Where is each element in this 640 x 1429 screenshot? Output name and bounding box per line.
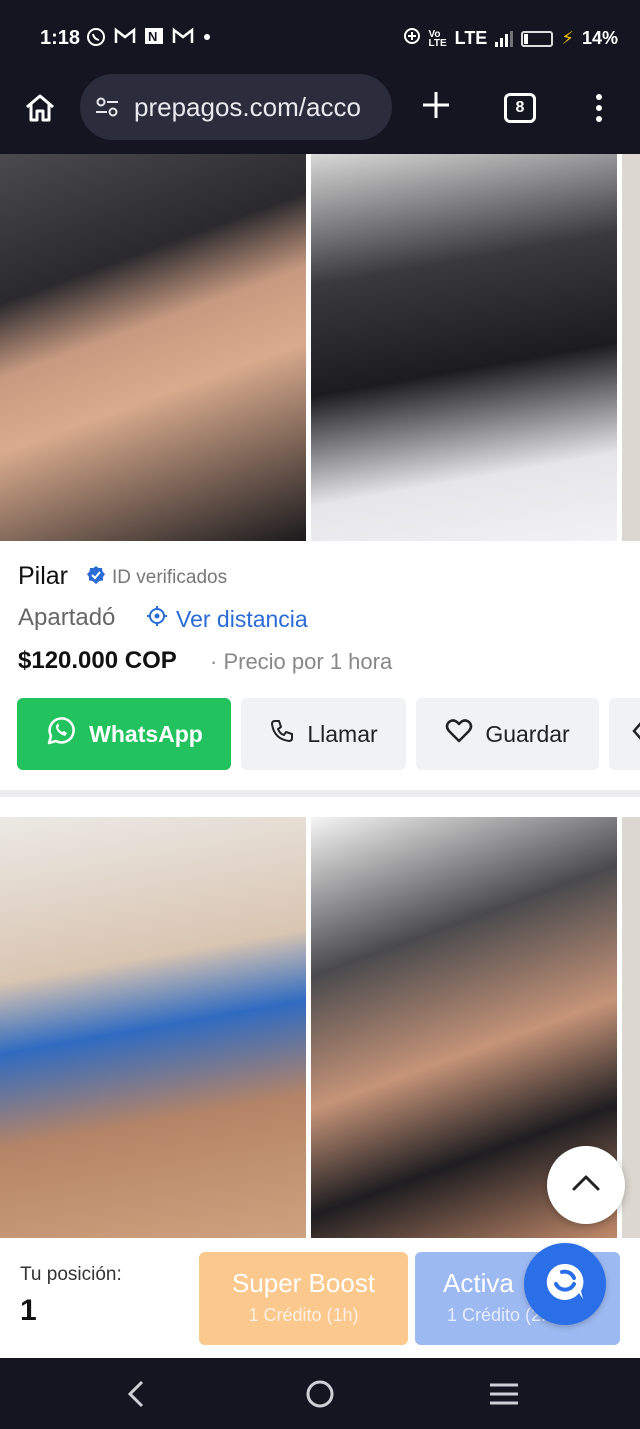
home-icon[interactable] [22, 90, 58, 126]
distance-link[interactable]: Ver distancia [146, 605, 308, 633]
listing-photo[interactable] [622, 154, 640, 541]
super-boost-title: Super Boost [231, 1268, 376, 1298]
scroll-to-top-button[interactable] [547, 1146, 625, 1224]
battery-icon [521, 30, 554, 47]
recents-icon[interactable] [486, 1378, 522, 1410]
share-icon [631, 719, 640, 749]
listing-photo[interactable] [311, 154, 617, 541]
home-nav-icon[interactable] [302, 1378, 338, 1410]
listing-photos[interactable] [0, 154, 640, 541]
status-bar: 1:18 N Vo LTE LTE ⚡ 14% [0, 0, 640, 74]
address-bar[interactable]: prepagos.com/acco [80, 74, 392, 140]
data-saver-icon [403, 27, 421, 50]
url-text[interactable]: prepagos.com/acco [134, 92, 361, 123]
position-value: 1 [20, 1294, 37, 1327]
save-button[interactable]: Guardar [416, 698, 599, 770]
svg-text:N: N [148, 29, 157, 44]
battery-percent: 14% [581, 28, 618, 48]
listing-location: Apartadó [18, 604, 116, 631]
call-button-label: Llamar [307, 720, 378, 747]
listing-price: $120.000 COP [18, 647, 177, 674]
listing-name[interactable]: Pilar [18, 562, 68, 591]
notification-icons: N [86, 27, 212, 52]
charging-icon: ⚡ [561, 28, 574, 48]
super-boost-price: 1 Crédito (1h) [248, 1305, 359, 1325]
verified-badge: ID verificados [86, 565, 227, 591]
whatsapp-icon [86, 27, 106, 52]
status-time: 1:18 [40, 27, 81, 49]
phone-icon [269, 718, 295, 750]
back-icon[interactable] [118, 1378, 154, 1410]
chat-bubble-icon [541, 1258, 589, 1311]
browser-toolbar: prepagos.com/acco 8 [0, 74, 640, 154]
target-icon [146, 605, 168, 633]
listing-divider [0, 790, 640, 797]
listing-photo[interactable] [0, 154, 306, 541]
whatsapp-icon [45, 715, 77, 753]
heart-icon [445, 718, 473, 750]
network-label: LTE [454, 28, 488, 48]
listing-photo[interactable] [0, 817, 306, 1238]
tab-switcher-button[interactable]: 8 [504, 93, 536, 123]
distance-link-label[interactable]: Ver distancia [176, 606, 308, 633]
whatsapp-button[interactable]: WhatsApp [17, 698, 231, 770]
signal-icon [495, 30, 514, 47]
chevron-up-icon [571, 1173, 601, 1198]
system-nav-bar [0, 1358, 640, 1429]
position-label: Tu posición: [20, 1264, 122, 1285]
save-button-label: Guardar [485, 720, 570, 747]
status-right: Vo LTE LTE ⚡ 14% [403, 27, 618, 50]
whatsapp-button-label: WhatsApp [89, 720, 203, 747]
price-note: · Precio por 1 hora [210, 649, 393, 674]
listing-photo[interactable] [622, 817, 640, 1238]
dot-icon [202, 27, 212, 52]
volte-icon: Vo LTE [428, 28, 447, 49]
chat-support-button[interactable] [524, 1243, 606, 1325]
news-icon: N [144, 27, 164, 52]
site-settings-icon[interactable] [94, 94, 120, 120]
more-menu-icon[interactable] [596, 94, 604, 124]
listing-photos[interactable] [0, 817, 640, 1238]
verified-check-icon [86, 565, 106, 591]
super-boost-button[interactable]: Super Boost 1 Crédito (1h) [199, 1252, 408, 1345]
new-tab-icon[interactable] [420, 88, 452, 128]
share-button[interactable] [609, 698, 640, 770]
gmail-icon [172, 27, 194, 52]
gmail-icon [114, 27, 136, 52]
verified-label: ID verificados [112, 567, 228, 588]
call-button[interactable]: Llamar [241, 698, 406, 770]
